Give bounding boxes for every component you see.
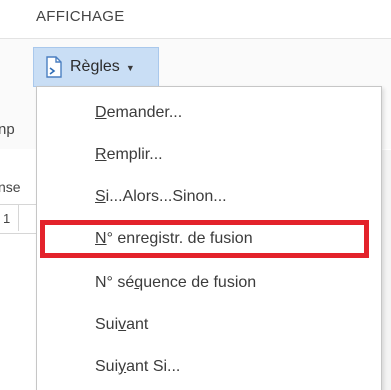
menu-item-label-post: ° enregistr. de fusion — [106, 230, 253, 247]
menu-item-suivant[interactable]: Sui v ant — [37, 306, 381, 344]
menu-item-label-pre: Sui — [95, 316, 119, 333]
menu-item-demander[interactable]: Demander... — [37, 94, 381, 132]
background-fragment-text: nse — [0, 179, 21, 195]
background-table-divider — [18, 205, 19, 231]
menu-item-accelerator: y — [118, 358, 127, 375]
menu-item-numero-sequence-fusion[interactable]: N° sé q uence de fusion — [37, 264, 381, 302]
menu-item-remplir[interactable]: Remplir... — [37, 136, 381, 174]
tab-affichage[interactable]: AFFICHAGE — [36, 8, 125, 25]
rules-button-label: Règles — [70, 58, 120, 75]
chevron-down-icon: ▼ — [125, 63, 135, 73]
menu-item-label-post: emander... — [106, 104, 183, 121]
menu-item-accelerator: v — [118, 316, 127, 333]
menu-item-accelerator: N — [95, 230, 107, 247]
rules-dropdown-menu: Demander... Remplir... Si...Alors...Sino… — [36, 86, 382, 390]
word-ribbon-screenshot: AFFICHAGE np nse 1 Règles ▼ Demander... … — [0, 0, 391, 390]
menu-item-label-post: ant — [126, 316, 149, 333]
menu-item-accelerator: D — [95, 104, 107, 121]
menu-item-label-post: emplir... — [106, 146, 163, 163]
menu-item-accelerator: R — [95, 146, 107, 163]
menu-item-accelerator: S — [95, 188, 106, 205]
document-rule-icon — [44, 56, 64, 78]
background-fragment-text: np — [0, 121, 15, 138]
menu-item-si-alors-sinon[interactable]: Si...Alors...Sinon... — [37, 178, 381, 216]
rules-dropdown-button[interactable]: Règles ▼ — [33, 47, 159, 87]
menu-item-accelerator: q — [134, 274, 144, 291]
menu-item-numero-enregistrement-fusion[interactable]: N ° enregistr. de fusion — [40, 220, 369, 258]
background-table-cell: 1 — [3, 211, 11, 226]
menu-item-label-pre: N° sé — [95, 274, 135, 291]
menu-item-label-post: i...Alors...Sinon... — [105, 188, 227, 205]
menu-item-suivant-si[interactable]: Sui y ant Si... — [37, 348, 381, 386]
menu-item-label-post: uence de fusion — [143, 274, 257, 291]
menu-item-label-post: ant Si... — [126, 358, 181, 375]
menu-item-label-pre: Sui — [95, 358, 119, 375]
